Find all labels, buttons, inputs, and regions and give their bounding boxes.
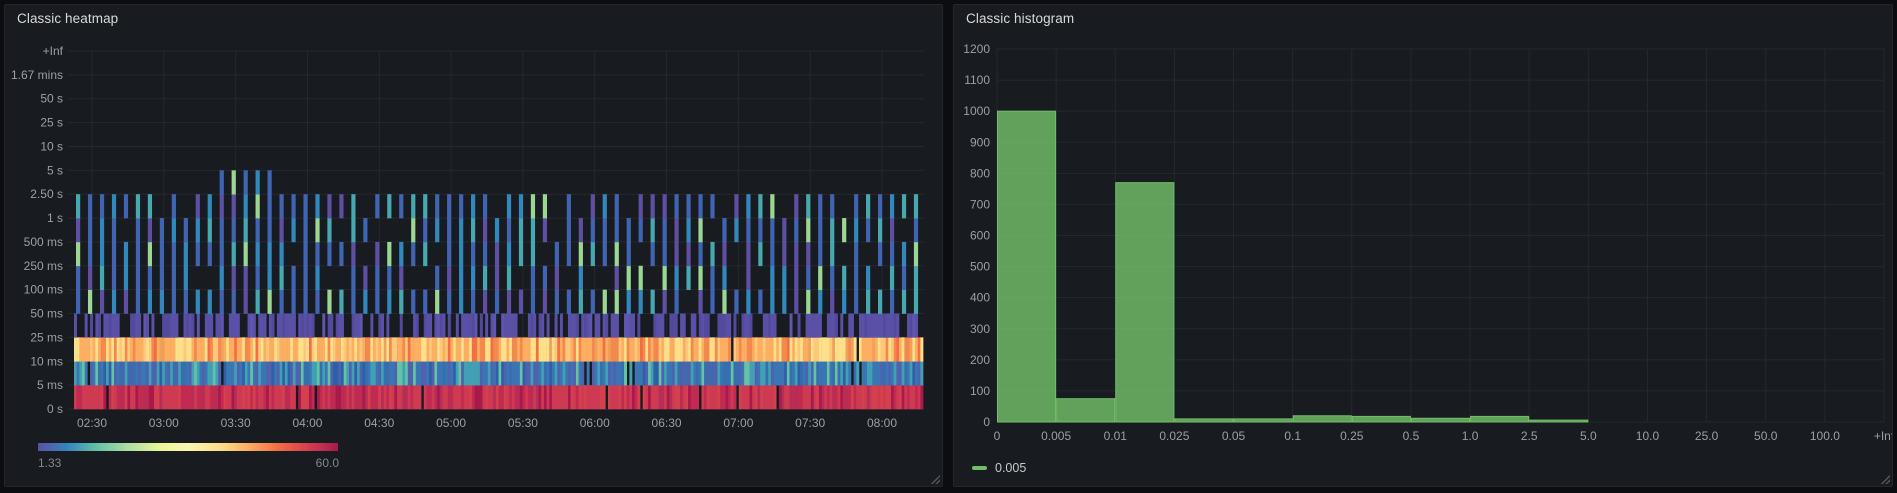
legend-series-dash-icon (972, 466, 987, 470)
svg-text:02:30: 02:30 (77, 416, 107, 430)
svg-text:800: 800 (970, 166, 990, 180)
svg-text:0.005: 0.005 (1041, 429, 1071, 443)
svg-text:1000: 1000 (963, 104, 990, 118)
svg-text:10 ms: 10 ms (30, 354, 63, 368)
svg-text:200: 200 (970, 353, 990, 367)
svg-text:700: 700 (970, 197, 990, 211)
heatmap-color-scale-bar (38, 443, 338, 451)
histogram-legend-item[interactable]: 0.005 (972, 461, 1026, 475)
svg-text:04:30: 04:30 (364, 416, 394, 430)
svg-text:100 ms: 100 ms (24, 283, 63, 297)
svg-text:03:30: 03:30 (221, 416, 251, 430)
svg-text:25.0: 25.0 (1695, 429, 1719, 443)
svg-text:08:00: 08:00 (867, 416, 897, 430)
heatmap-chart[interactable]: +Inf 1.67 mins 50 s 25 s 10 s 5 s 2.50 s 1 s 500… (5, 5, 942, 486)
svg-text:0.5: 0.5 (1403, 429, 1420, 443)
histogram-axis-labels: 0 100 200 300 400 500 600 700 800 900 1000 1100 1200… (963, 42, 1895, 443)
svg-text:2.50 s: 2.50 s (30, 187, 63, 201)
svg-text:300: 300 (970, 322, 990, 336)
svg-text:50 ms: 50 ms (30, 307, 63, 321)
svg-text:+Inf: +Inf (43, 44, 64, 58)
legend-series-label: 0.005 (995, 461, 1027, 475)
panel-classic-histogram: Classic histogram 0 100 200 300 400 500 600 700… (953, 4, 1895, 487)
svg-text:04:00: 04:00 (292, 416, 322, 430)
svg-text:10 s: 10 s (40, 139, 63, 153)
svg-text:06:30: 06:30 (652, 416, 682, 430)
svg-text:0.05: 0.05 (1222, 429, 1246, 443)
svg-text:05:00: 05:00 (436, 416, 466, 430)
svg-text:1 s: 1 s (47, 211, 63, 225)
svg-text:0.1: 0.1 (1284, 429, 1301, 443)
svg-text:0: 0 (994, 429, 1001, 443)
svg-text:5.0: 5.0 (1580, 429, 1597, 443)
svg-text:+Inf: +Inf (1874, 429, 1892, 443)
svg-text:2.5: 2.5 (1521, 429, 1538, 443)
histogram-svg: 0 100 200 300 400 500 600 700 800 900 1000 1100 1200… (963, 42, 1895, 443)
svg-text:0.01: 0.01 (1104, 429, 1128, 443)
svg-text:07:30: 07:30 (795, 416, 825, 430)
svg-text:900: 900 (970, 135, 990, 149)
svg-text:400: 400 (970, 291, 990, 305)
svg-text:07:00: 07:00 (723, 416, 753, 430)
heatmap-legend-min-label: 1.33 (38, 456, 62, 470)
svg-text:03:00: 03:00 (149, 416, 179, 430)
svg-text:25 s: 25 s (40, 116, 63, 130)
svg-text:600: 600 (970, 229, 990, 243)
svg-text:0: 0 (983, 415, 990, 429)
svg-text:0.25: 0.25 (1340, 429, 1364, 443)
svg-text:1200: 1200 (963, 42, 990, 56)
histogram-chart[interactable]: 0 100 200 300 400 500 600 700 800 900 1000 1100 1200… (954, 5, 1895, 486)
heatmap-svg: +Inf 1.67 mins 50 s 25 s 10 s 5 s 2.50 s 1 s 500… (11, 44, 924, 451)
svg-text:5 s: 5 s (47, 163, 63, 177)
svg-text:10.0: 10.0 (1636, 429, 1660, 443)
svg-text:500: 500 (970, 260, 990, 274)
svg-text:06:00: 06:00 (580, 416, 610, 430)
svg-text:1100: 1100 (964, 73, 990, 87)
svg-text:05:30: 05:30 (508, 416, 538, 430)
svg-text:50 s: 50 s (40, 92, 63, 106)
svg-text:250 ms: 250 ms (24, 259, 63, 273)
svg-text:100.0: 100.0 (1810, 429, 1840, 443)
panel-classic-heatmap: Classic heatmap +Inf 1.67 mins 50 s 25 s 10 … (4, 4, 943, 487)
svg-text:0.025: 0.025 (1159, 429, 1189, 443)
svg-text:1.67 mins: 1.67 mins (11, 68, 63, 82)
svg-text:0 s: 0 s (47, 402, 63, 416)
svg-text:5 ms: 5 ms (37, 378, 63, 392)
svg-text:100: 100 (970, 384, 990, 398)
svg-text:500 ms: 500 ms (24, 235, 63, 249)
svg-text:25 ms: 25 ms (30, 330, 63, 344)
heatmap-legend-max-label: 60.0 (315, 456, 339, 470)
svg-text:1.0: 1.0 (1462, 429, 1479, 443)
svg-text:50.0: 50.0 (1754, 429, 1778, 443)
